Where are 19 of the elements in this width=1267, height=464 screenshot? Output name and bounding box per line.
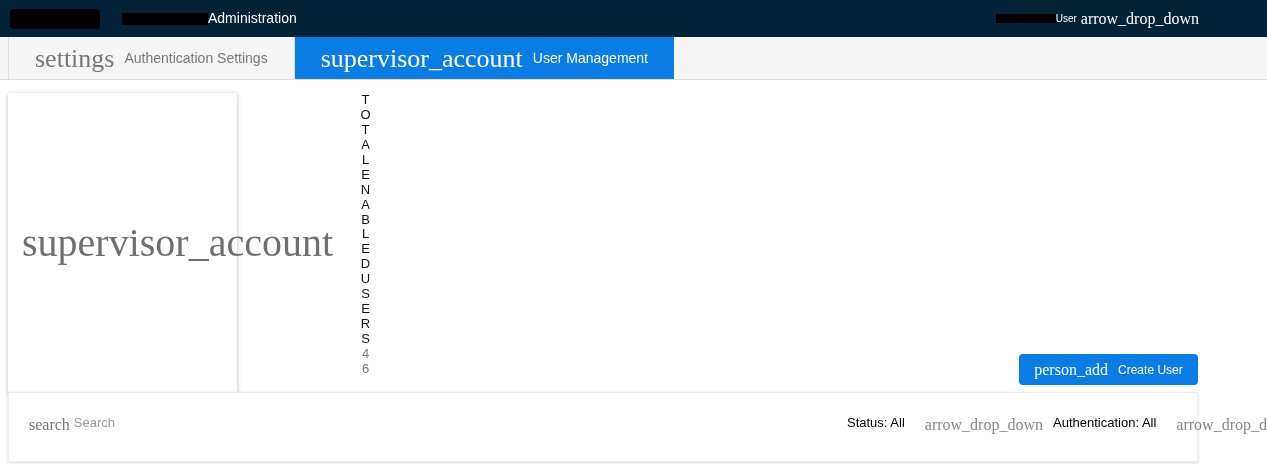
dropdown-icon: arrow_drop_down <box>924 413 1043 437</box>
search-field[interactable]: Search <box>73 413 274 433</box>
redacted-text <box>995 14 1056 23</box>
stat-value: 46 <box>360 346 371 377</box>
settings-icon: settings <box>35 38 115 78</box>
group-icon: supervisor_account <box>22 213 333 273</box>
create-user-button[interactable]: person_add Create User <box>1019 354 1198 385</box>
tab[interactable]: supervisor_account User Management <box>294 37 674 79</box>
stat-label: TOTALENABLEDUSERS <box>359 93 372 347</box>
tab[interactable]: settings Authentication Settings <box>8 37 295 79</box>
status-filter[interactable]: Status: All <box>847 413 905 433</box>
authentication-filter[interactable]: Authentication: All <box>1053 413 1157 433</box>
person-add-icon: person_add <box>1034 357 1109 382</box>
dropdown-icon: arrow_drop_d <box>1176 413 1267 437</box>
group-icon: supervisor_account <box>320 38 523 78</box>
app-title: Administration <box>208 9 297 28</box>
caret-icon: arrow_drop_down <box>1080 6 1199 31</box>
user-menu[interactable]: User arrow_drop_down <box>1055 6 1199 31</box>
search-icon: search <box>29 413 70 437</box>
